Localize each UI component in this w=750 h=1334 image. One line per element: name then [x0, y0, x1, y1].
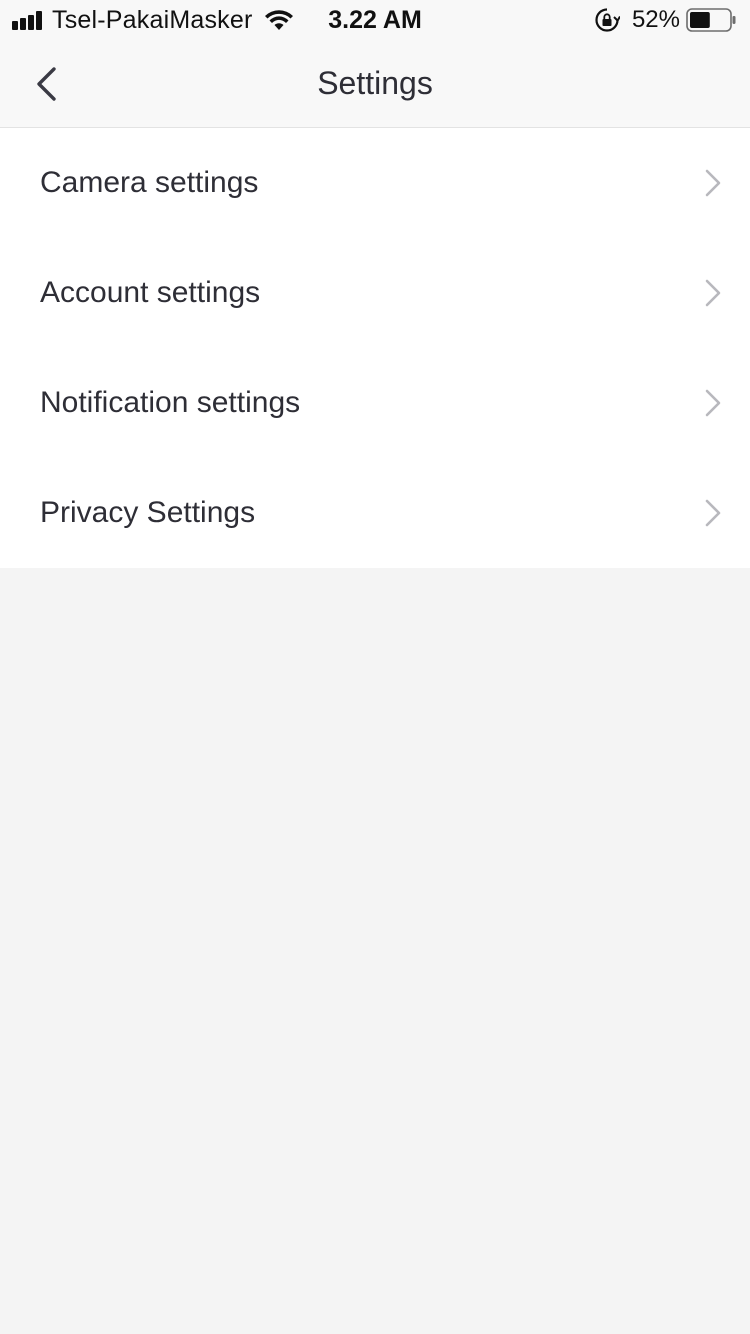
- account-settings-item[interactable]: Account settings: [0, 238, 750, 348]
- battery-icon: [686, 8, 736, 32]
- signal-strength-icon: [12, 10, 44, 30]
- carrier-name: Tsel-PakaiMasker: [52, 5, 253, 34]
- privacy-settings-item[interactable]: Privacy Settings: [0, 458, 750, 568]
- list-item-label: Camera settings: [40, 166, 259, 199]
- status-right: 52%: [594, 0, 736, 40]
- settings-list: Camera settings Account settings Notific…: [0, 128, 750, 568]
- status-left: Tsel-PakaiMasker: [12, 0, 294, 40]
- chevron-right-icon: [705, 279, 721, 307]
- chevron-right-icon: [705, 389, 721, 417]
- camera-settings-item[interactable]: Camera settings: [0, 128, 750, 238]
- battery-percent: 52%: [631, 6, 680, 33]
- page-title: Settings: [317, 65, 433, 101]
- chevron-right-icon: [705, 499, 721, 527]
- status-time: 3.22 AM: [328, 6, 422, 34]
- chevron-right-icon: [705, 169, 721, 197]
- navigation-bar: Settings: [0, 40, 750, 128]
- status-bar: Tsel-PakaiMasker 3.22 AM 52%: [0, 0, 750, 40]
- list-item-label: Account settings: [40, 276, 261, 309]
- chevron-left-icon: [37, 67, 56, 101]
- list-item-label: Notification settings: [40, 386, 301, 419]
- orientation-lock-icon: [595, 8, 620, 32]
- list-item-label: Privacy Settings: [40, 496, 256, 529]
- notification-settings-item[interactable]: Notification settings: [0, 348, 750, 458]
- back-button[interactable]: [22, 56, 70, 112]
- wifi-icon: [265, 10, 294, 30]
